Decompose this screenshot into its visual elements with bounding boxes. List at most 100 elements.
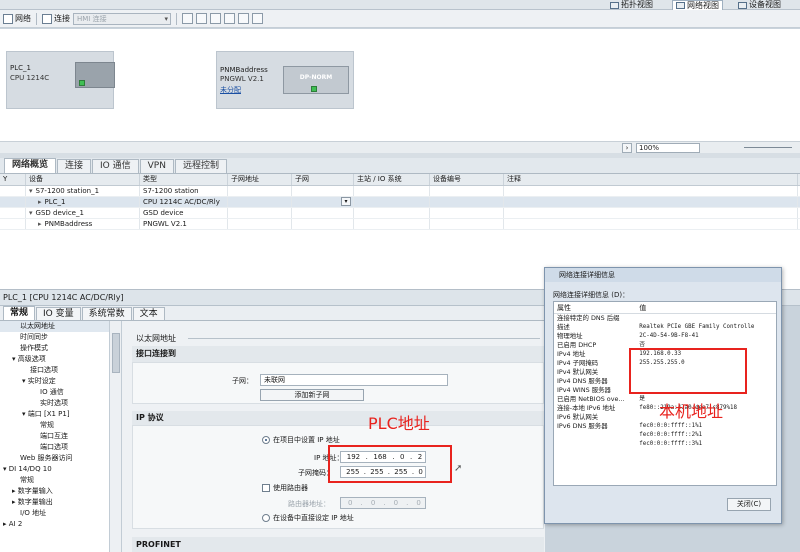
profinet-port[interactable] <box>79 80 85 86</box>
zoom-select[interactable]: 100% <box>636 143 700 153</box>
tab-io-tags[interactable]: IO 变量 <box>36 307 81 320</box>
tree-item[interactable]: 时间同步 <box>0 332 109 343</box>
col-type[interactable]: 类型 <box>140 174 228 185</box>
filter-icon[interactable]: Y <box>0 174 26 185</box>
details-row[interactable]: 描述 Realtek PCIe GBE Family Controlle <box>554 323 776 332</box>
details-property <box>554 440 639 449</box>
network-view-button[interactable]: 网络视图 <box>672 0 723 10</box>
col-device-number[interactable]: 设备编号 <box>430 174 504 185</box>
details-row[interactable]: IPv6 DNS 服务器 fec0:0:0:ffff::1%1 <box>554 422 776 431</box>
details-property: 描述 <box>557 323 570 331</box>
col-device[interactable]: 设备 <box>26 174 140 185</box>
close-button[interactable]: 关闭(C) <box>727 498 771 511</box>
tree-item-ethernet[interactable]: 以太网地址 <box>0 321 109 332</box>
topology-view-button[interactable]: 拓扑视图 <box>610 0 653 10</box>
details-row[interactable]: 物理地址 2C-4D-54-9B-F8-41 <box>554 332 776 341</box>
plc-device-box[interactable]: PLC_1 CPU 1214C <box>6 51 115 109</box>
ip-section-title: IP 协议 <box>132 411 544 425</box>
toolbar-divider <box>36 12 37 25</box>
col-subnet-address[interactable]: 子网地址 <box>228 174 292 185</box>
row-type: GSD device <box>140 208 228 218</box>
tree-item[interactable]: ▸ AI 2 <box>0 519 109 530</box>
tree-item[interactable]: I/O 地址 <box>0 508 109 519</box>
col-subnet[interactable]: 子网 <box>292 174 354 185</box>
layout-icon[interactable] <box>224 13 235 24</box>
set-ip-on-device-option[interactable]: 在设备中直接设定 IP 地址 <box>262 513 354 523</box>
dialog-title: 网络连接详细信息 <box>545 268 781 282</box>
tab-io-communication[interactable]: IO 通信 <box>92 159 139 173</box>
network-mode-button[interactable]: 网络 <box>3 12 31 26</box>
details-property: IPv6 默认网关 <box>557 413 599 421</box>
table-row[interactable]: ▸ PNMBaddress PNGWL V2.1 <box>0 219 800 230</box>
tree-item[interactable]: 常规 <box>0 475 109 486</box>
tree-item[interactable]: 常规 <box>0 420 109 431</box>
tree-item[interactable]: ▾ 实时设定 <box>0 376 109 387</box>
tab-network-overview[interactable]: 网络概览 <box>4 158 57 173</box>
table-row[interactable]: ▸ PLC_1 CPU 1214C AC/DC/Rly ▾ <box>0 197 800 208</box>
connect-mode-button[interactable]: 连接 <box>42 12 70 26</box>
row-device: PLC_1 <box>44 198 66 206</box>
subnet-dropdown-button[interactable]: ▾ <box>341 197 351 206</box>
tab-system-constants[interactable]: 系统常数 <box>81 307 132 320</box>
device-view-button[interactable]: 设备视图 <box>738 0 781 10</box>
row-type: PNGWL V2.1 <box>140 219 228 229</box>
download-icon[interactable] <box>252 13 263 24</box>
radio-device[interactable] <box>262 514 270 522</box>
scroll-right-button[interactable]: › <box>622 143 632 153</box>
tree-item[interactable]: ▸ 数字量输出 <box>0 497 109 508</box>
details-value: Realtek PCIe GBE Family Controlle <box>639 324 755 330</box>
details-value <box>639 314 776 323</box>
table-row[interactable]: ▾ S7-1200 station_1 S7-1200 station <box>0 186 800 197</box>
add-new-subnet-button[interactable]: 添加新子网 <box>260 389 364 401</box>
details-row[interactable]: 连接特定的 DNS 后缀 <box>554 314 776 323</box>
tree-item[interactable]: ▾ DI 14/DQ 10 <box>0 464 109 475</box>
tab-texts[interactable]: 文本 <box>132 307 165 320</box>
unassigned-link[interactable]: 未分配 <box>220 85 241 95</box>
tree-item[interactable]: ▾ 端口 [X1 P1] <box>0 409 109 420</box>
table-header: Y 设备 类型 子网地址 子网 主站 / IO 系统 设备编号 注释 <box>0 174 800 186</box>
tab-connections[interactable]: 连接 <box>57 159 92 173</box>
scroll-thumb[interactable] <box>112 333 120 373</box>
details-row[interactable]: fec0:0:0:ffff::3%1 <box>554 440 776 449</box>
details-property: 物理地址 <box>557 332 583 340</box>
tree-item[interactable]: 端口互连 <box>0 431 109 442</box>
set-ip-in-project-option[interactable]: 在项目中设置 IP 地址 <box>262 435 340 445</box>
zoom-slider[interactable] <box>744 147 792 148</box>
tree-item[interactable]: 操作模式 <box>0 343 109 354</box>
gsd-device-box[interactable]: PNMBaddress PNGWL V2.1 未分配 DP-NORM <box>216 51 354 109</box>
network-toolbar: 网络 连接 HMI 连接 <box>0 10 800 28</box>
network-canvas[interactable]: PLC_1 CPU 1214C PNMBaddress PNGWL V2.1 未… <box>0 29 800 141</box>
radio-project[interactable] <box>262 436 270 444</box>
col-comment[interactable]: 注释 <box>504 174 798 185</box>
tree-item[interactable]: 实时选项 <box>0 398 109 409</box>
details-header: 属性 值 <box>554 302 776 314</box>
tab-vpn[interactable]: VPN <box>139 159 174 173</box>
use-router-checkbox[interactable] <box>262 484 270 492</box>
tree-item[interactable]: 端口选项 <box>0 442 109 453</box>
table-row[interactable]: ▾ GSD device_1 GSD device <box>0 208 800 219</box>
tree-item[interactable]: IO 通信 <box>0 387 109 398</box>
row-type: CPU 1214C AC/DC/Rly <box>140 197 228 207</box>
gsd-port[interactable] <box>311 86 317 92</box>
tree-item[interactable]: Web 服务器访问 <box>0 453 109 464</box>
tree-item[interactable]: ▾ 高级选项 <box>0 354 109 365</box>
connection-type-select[interactable]: HMI 连接 <box>73 12 171 25</box>
network-mode-icon <box>3 13 13 24</box>
tab-general[interactable]: 常规 <box>3 306 36 320</box>
zoom-in-icon[interactable] <box>238 13 249 24</box>
tree-item[interactable]: 接口选项 <box>0 365 109 376</box>
table-icon[interactable] <box>210 13 221 24</box>
toolbar-divider <box>176 12 177 25</box>
network-details-dialog: 网络连接详细信息 网络连接详细信息 (D)： 属性 值 连接特定的 DNS 后缀… <box>544 267 782 524</box>
tree-scrollbar[interactable] <box>110 321 122 552</box>
grid-icon[interactable] <box>196 13 207 24</box>
subnet-select[interactable]: 未联网 <box>260 374 448 386</box>
tree-item[interactable]: ▸ 数字量输入 <box>0 486 109 497</box>
details-row[interactable]: fec0:0:0:ffff::2%1 <box>554 431 776 440</box>
col-master-io-system[interactable]: 主站 / IO 系统 <box>354 174 430 185</box>
tab-remote-control[interactable]: 远程控制 <box>174 159 227 173</box>
use-router-option[interactable]: 使用路由器 <box>262 483 308 493</box>
plc-address-highlight <box>328 445 452 483</box>
details-property: 已启用 DHCP <box>557 341 597 349</box>
properties-icon[interactable] <box>182 13 193 24</box>
